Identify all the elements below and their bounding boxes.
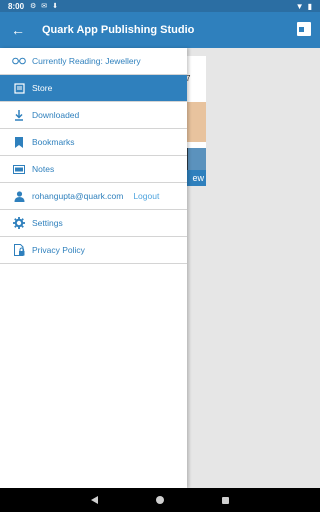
notes-icon bbox=[12, 162, 26, 176]
drawer-item-label: Downloaded bbox=[32, 110, 80, 120]
store-icon bbox=[12, 81, 26, 95]
privacy-icon bbox=[12, 243, 26, 257]
drawer-item-notes[interactable]: Notes bbox=[0, 156, 187, 183]
nav-home-icon[interactable] bbox=[156, 496, 164, 504]
drawer-item-label: Notes bbox=[32, 164, 55, 174]
arrow-back-icon[interactable]: ← bbox=[0, 22, 36, 38]
drawer-item-bookmarks[interactable]: Bookmarks bbox=[0, 129, 187, 156]
glasses-icon bbox=[12, 54, 26, 68]
download-icon: ⬇ bbox=[52, 3, 59, 10]
app-bar: ← Quark App Publishing Studio bbox=[0, 12, 320, 48]
status-bar: 8:00 ⚙ ✉ ⬇ ▼ ▮ bbox=[0, 0, 320, 12]
drawer-item-label: Currently Reading: Jewellery bbox=[32, 56, 141, 66]
drawer-item-label: Bookmarks bbox=[32, 137, 75, 147]
drawer-item-label: Settings bbox=[32, 218, 63, 228]
drawer-item-label: Privacy Policy bbox=[32, 245, 85, 255]
drawer-item-settings[interactable]: Settings bbox=[0, 210, 187, 237]
bookmark-icon bbox=[12, 135, 26, 149]
battery-icon: ▮ bbox=[307, 1, 312, 11]
nav-back-icon[interactable] bbox=[91, 496, 98, 504]
account-email: rohangupta@quark.com bbox=[32, 191, 124, 201]
window-icon[interactable] bbox=[297, 22, 311, 36]
alert-icon: ✉ bbox=[41, 3, 48, 10]
logout-link[interactable]: Logout bbox=[133, 191, 159, 201]
gear-icon bbox=[12, 216, 26, 230]
navigation-drawer: Currently Reading: Jewellery Store Downl… bbox=[0, 48, 187, 488]
drawer-item-downloaded[interactable]: Downloaded bbox=[0, 102, 187, 129]
drawer-item-label: Store bbox=[32, 83, 53, 93]
app-title: Quark App Publishing Studio bbox=[42, 24, 195, 36]
drawer-item-store[interactable]: Store bbox=[0, 75, 187, 102]
drawer-item-currently-reading[interactable]: Currently Reading: Jewellery bbox=[0, 48, 187, 75]
settings-icon: ⚙ bbox=[30, 3, 37, 10]
wifi-icon: ▼ bbox=[295, 1, 304, 11]
drawer-item-account[interactable]: rohangupta@quark.com Logout bbox=[0, 183, 187, 210]
nav-recents-icon[interactable] bbox=[222, 496, 229, 504]
system-navigation-bar bbox=[0, 488, 320, 512]
drawer-item-privacy-policy[interactable]: Privacy Policy bbox=[0, 237, 187, 264]
person-icon bbox=[12, 189, 26, 203]
status-time: 8:00 bbox=[8, 1, 25, 11]
download-icon bbox=[12, 108, 26, 122]
